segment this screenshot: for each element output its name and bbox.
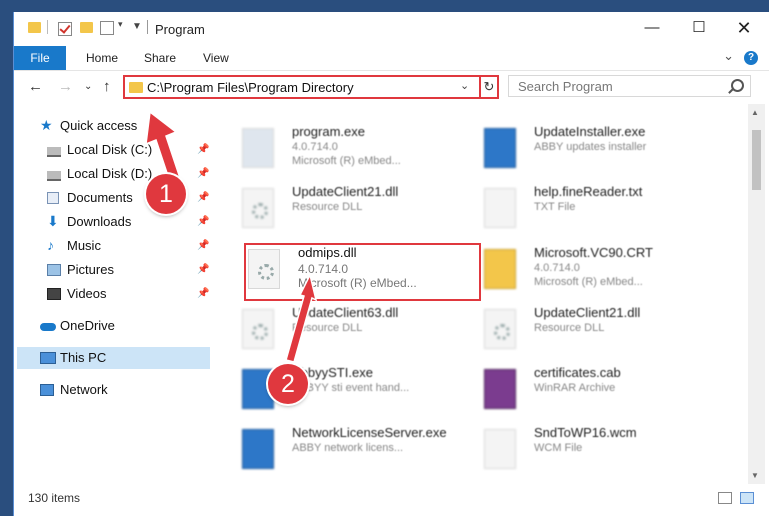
callout-badge-1: 1 <box>146 174 186 214</box>
callout-badge-2: 2 <box>268 364 308 404</box>
arrow-1-icon <box>145 110 181 183</box>
arrow-2-icon <box>285 272 318 363</box>
callout-arrows <box>145 110 318 363</box>
